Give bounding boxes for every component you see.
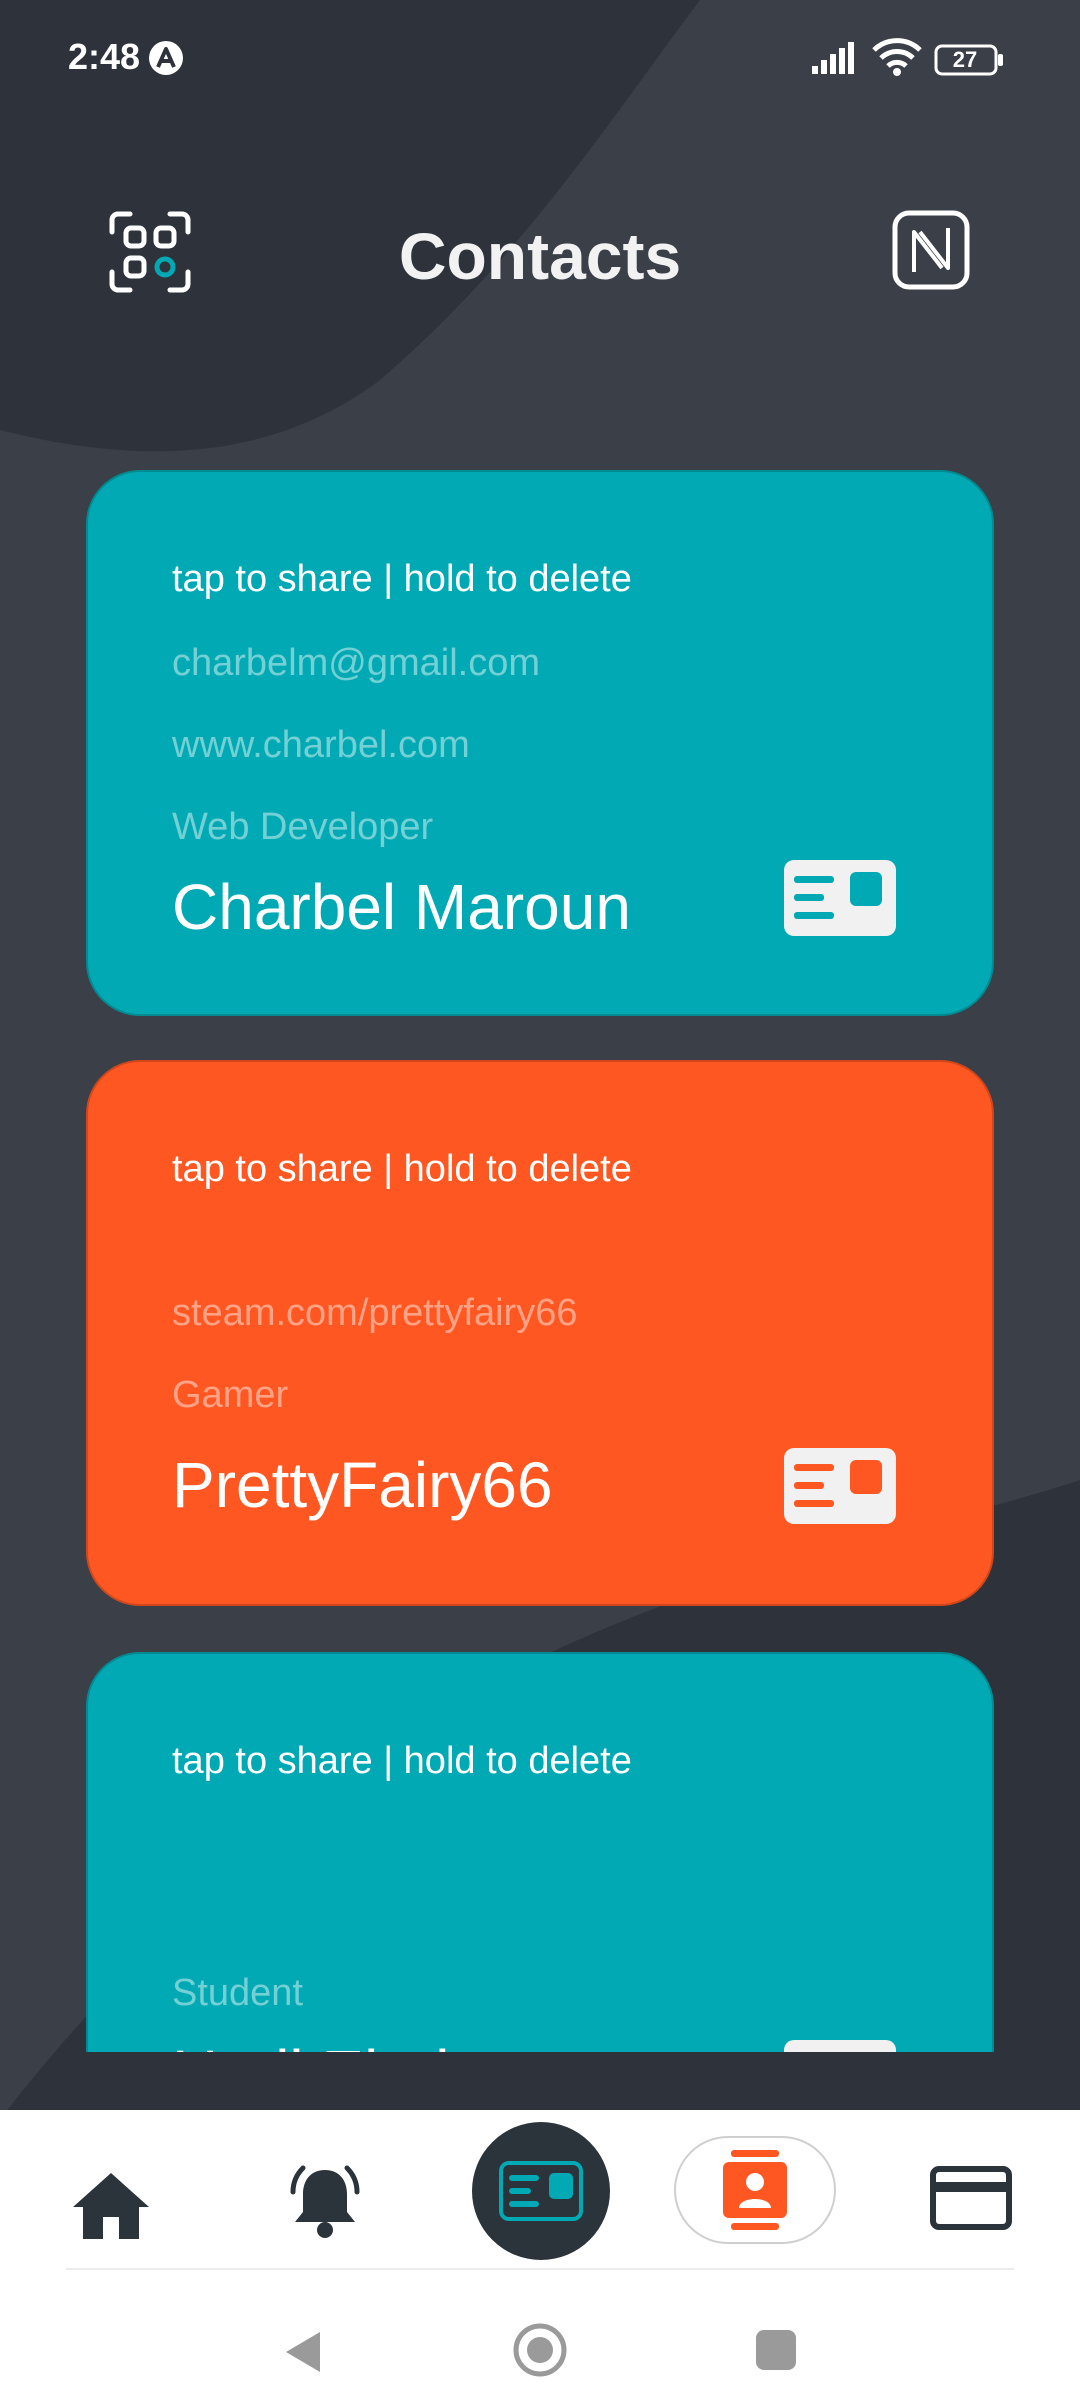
nav-home[interactable] xyxy=(56,2160,166,2250)
nav-contacts[interactable] xyxy=(674,2136,836,2244)
card-name: PrettyFairy66 xyxy=(172,1449,553,1521)
contact-card[interactable]: tap to share | hold to delete steam.com/… xyxy=(86,1060,994,1606)
card-job-title: Gamer xyxy=(172,1374,289,1416)
card-website: www.charbel.com xyxy=(172,724,470,766)
nav-notifications[interactable] xyxy=(270,2156,380,2252)
signal-icon xyxy=(812,42,854,74)
status-bar: 2:48 27 xyxy=(0,0,1080,120)
card-email: charbelm@gmail.com xyxy=(172,642,541,684)
header: Contacts xyxy=(0,190,1080,330)
nfc-icon[interactable] xyxy=(892,210,970,290)
contact-card[interactable]: tap to share | hold to delete charbelm@g… xyxy=(86,470,994,1016)
battery-level: 27 xyxy=(952,47,978,72)
home-button-icon[interactable] xyxy=(512,2322,568,2378)
wifi-icon xyxy=(872,38,922,76)
card-hint: tap to share | hold to delete xyxy=(172,558,632,600)
contacts-icon xyxy=(723,2150,787,2230)
card-icon xyxy=(499,2161,583,2221)
id-card-icon xyxy=(784,860,896,936)
app-notification-icon xyxy=(149,41,183,75)
bottom-nav xyxy=(0,2110,1080,2400)
bell-icon xyxy=(290,2165,360,2238)
card-job-title: Student xyxy=(172,1972,303,2014)
nav-divider xyxy=(66,2268,1014,2270)
contact-card[interactable]: tap to share | hold to delete Student Ha… xyxy=(86,1652,994,2052)
card-name: Hadi Elrai xyxy=(172,2036,449,2052)
home-icon xyxy=(73,2173,149,2239)
contact-list: tap to share | hold to delete charbelm@g… xyxy=(86,470,994,2052)
status-time: 2:48 xyxy=(68,36,141,77)
card-hint: tap to share | hold to delete xyxy=(172,1148,632,1190)
card-job-title: Web Developer xyxy=(172,806,434,848)
id-card-icon xyxy=(784,2040,896,2052)
nav-my-card[interactable] xyxy=(472,2122,610,2260)
credit-card-icon xyxy=(930,2166,1012,2230)
card-name: Charbel Maroun xyxy=(172,871,631,943)
system-navigation xyxy=(0,2290,1080,2390)
id-card-icon xyxy=(784,1448,896,1524)
card-website: steam.com/prettyfairy66 xyxy=(172,1292,578,1334)
card-hint: tap to share | hold to delete xyxy=(172,1740,632,1782)
recent-apps-icon[interactable] xyxy=(756,2330,796,2370)
back-icon[interactable] xyxy=(280,2328,324,2376)
nav-payment[interactable] xyxy=(930,2156,1012,2240)
battery-icon: 27 xyxy=(934,44,1004,76)
